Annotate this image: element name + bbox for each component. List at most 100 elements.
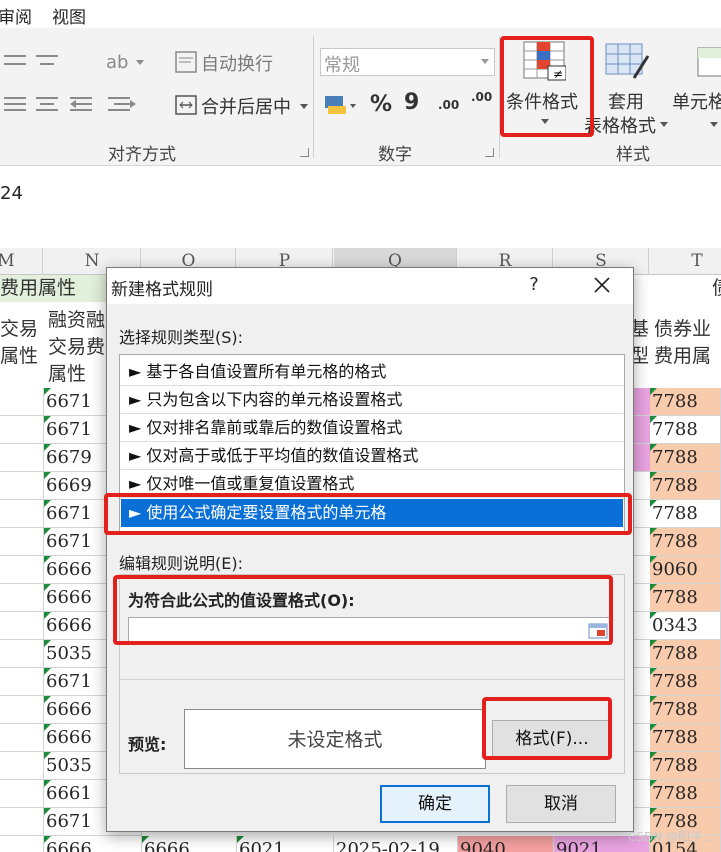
rule-type-item[interactable]: ► 只为包含以下内容的单元格设置格式 (121, 386, 623, 414)
currency-icon[interactable] (322, 92, 358, 120)
close-icon[interactable] (589, 272, 615, 298)
cell-t[interactable]: 7788 (650, 528, 721, 556)
number-launcher-icon[interactable] (485, 148, 494, 157)
chevron-down-icon (481, 59, 489, 64)
cell-m[interactable] (0, 444, 44, 472)
help-button[interactable]: ? (523, 272, 545, 298)
cell-s-edge (634, 612, 650, 640)
cancel-button[interactable]: 取消 (506, 785, 616, 823)
cell-m[interactable] (0, 584, 44, 612)
merge-dropdown-icon[interactable] (300, 104, 308, 109)
cell-m[interactable] (0, 780, 44, 808)
cell-m[interactable] (0, 724, 44, 752)
cell-r-bottom[interactable]: 9040 (458, 836, 554, 852)
rule-type-item[interactable]: ► 仅对唯一值或重复值设置格式 (121, 470, 623, 498)
cell-m[interactable] (0, 752, 44, 780)
cell-s-edge (634, 472, 650, 500)
cell-s-edge (634, 388, 650, 416)
number-format-combo[interactable]: 常规 (320, 48, 495, 76)
align-top-icons[interactable]: ab (0, 46, 160, 146)
cell-t[interactable]: 7788 (650, 472, 721, 500)
cell-t[interactable]: 9060 (650, 556, 721, 584)
header-t-line1[interactable]: 债券业 (654, 316, 721, 343)
cell-t[interactable]: 7788 (650, 584, 721, 612)
cell-t[interactable]: 7788 (650, 668, 721, 696)
tab-review[interactable]: 审阅 (0, 3, 32, 28)
tab-view[interactable]: 视图 (52, 3, 86, 28)
cell-styles-button[interactable]: 单元格 (672, 88, 721, 114)
formula-input[interactable] (128, 617, 612, 645)
header-t-top[interactable]: 债 (712, 275, 721, 302)
header-n-line1[interactable]: 融资融 (48, 307, 108, 334)
cell-m[interactable] (0, 640, 44, 668)
ribbon-separator (499, 36, 500, 158)
cell-m[interactable] (0, 696, 44, 724)
cell-o-bottom[interactable]: 6666 (142, 836, 237, 852)
cell-m[interactable] (0, 836, 44, 852)
header-fee-attr[interactable]: 费用属性 (0, 275, 106, 302)
cell-t[interactable]: 7788 (650, 416, 721, 444)
rule-type-list[interactable]: ► 基于各自值设置所有单元格的格式 ► 只为包含以下内容的单元格设置格式 ► 仅… (119, 354, 625, 532)
cell-m[interactable] (0, 612, 44, 640)
cell-t[interactable]: 7788 (650, 444, 721, 472)
rule-type-item[interactable]: ► 基于各自值设置所有单元格的格式 (121, 358, 623, 386)
cell-s-edge (634, 724, 650, 752)
header-t-line2[interactable]: 费用属 (654, 343, 721, 370)
cell-q-bottom[interactable]: 2025-02-19 (334, 836, 458, 852)
column-header-t[interactable]: T (650, 248, 721, 275)
comma-button[interactable]: 9 (404, 90, 419, 115)
cell-s-edge (634, 780, 650, 808)
cell-s-edge (634, 752, 650, 780)
cell-m[interactable] (0, 472, 44, 500)
cell-t[interactable]: 7788 (650, 500, 721, 528)
ribbon-tabs: 审阅 视图 (0, 0, 721, 28)
wrap-text-button[interactable]: 自动换行 (201, 50, 273, 76)
conditional-format-button[interactable]: 条件格式 (506, 88, 578, 114)
cell-m[interactable] (0, 556, 44, 584)
header-n-line2[interactable]: 交易费 (48, 334, 108, 361)
cell-t[interactable]: 7788 (650, 696, 721, 724)
alignment-launcher-icon[interactable] (300, 148, 309, 157)
cell-m[interactable] (0, 416, 44, 444)
header-m-line2[interactable]: 属性 (0, 343, 44, 370)
rule-type-item-selected[interactable]: ► 使用公式确定要设置格式的单元格 (121, 499, 623, 527)
table-format-label-1[interactable]: 套用 (608, 88, 644, 114)
chevron-down-icon (710, 122, 718, 127)
cell-m[interactable] (0, 668, 44, 696)
cell-m[interactable] (0, 528, 44, 556)
format-button[interactable]: 格式(F)... (492, 720, 612, 758)
svg-text:ab: ab (106, 52, 128, 73)
table-format-button[interactable]: 表格格式 (584, 112, 656, 138)
cell-s-edge (634, 416, 650, 444)
table-format-icon (605, 43, 650, 79)
preview-label: 预览: (128, 735, 167, 754)
cell-m[interactable] (0, 388, 44, 416)
range-select-icon[interactable] (587, 620, 609, 642)
cell-s-edge (634, 640, 650, 668)
group-label-alignment: 对齐方式 (108, 145, 176, 165)
cell-s-edge (634, 696, 650, 724)
column-header-m[interactable]: M (0, 248, 43, 275)
rule-type-item[interactable]: ► 仅对高于或低于平均值的数值设置格式 (121, 442, 623, 470)
cell-m[interactable] (0, 500, 44, 528)
cell-t[interactable]: 7788 (650, 388, 721, 416)
cell-t[interactable]: 7788 (650, 780, 721, 808)
cell-p-bottom[interactable]: 6021 (237, 836, 334, 852)
cell-m[interactable] (0, 808, 44, 836)
number-format-value: 常规 (324, 55, 360, 76)
rule-type-item[interactable]: ► 仅对排名靠前或靠后的数值设置格式 (121, 414, 623, 442)
cell-t[interactable]: 7788 (650, 724, 721, 752)
percent-button[interactable]: % (370, 92, 392, 117)
ok-button[interactable]: 确定 (380, 785, 490, 823)
cell-t[interactable]: 7788 (650, 640, 721, 668)
header-n-line3[interactable]: 属性 (48, 361, 108, 388)
cell-n[interactable]: 6666 (44, 836, 142, 852)
preview-box: 未设定格式 (184, 709, 486, 769)
increase-decimal-button[interactable]: .00 (438, 98, 459, 112)
formula-bar-value[interactable]: 24 (0, 183, 23, 204)
cell-t[interactable]: 0343 (650, 612, 721, 640)
cell-t[interactable]: 7788 (650, 752, 721, 780)
merge-center-button[interactable]: 合并后居中 (201, 93, 291, 119)
decrease-decimal-button[interactable]: .00 (471, 90, 492, 104)
header-m-line1[interactable]: 交易 (0, 316, 44, 343)
